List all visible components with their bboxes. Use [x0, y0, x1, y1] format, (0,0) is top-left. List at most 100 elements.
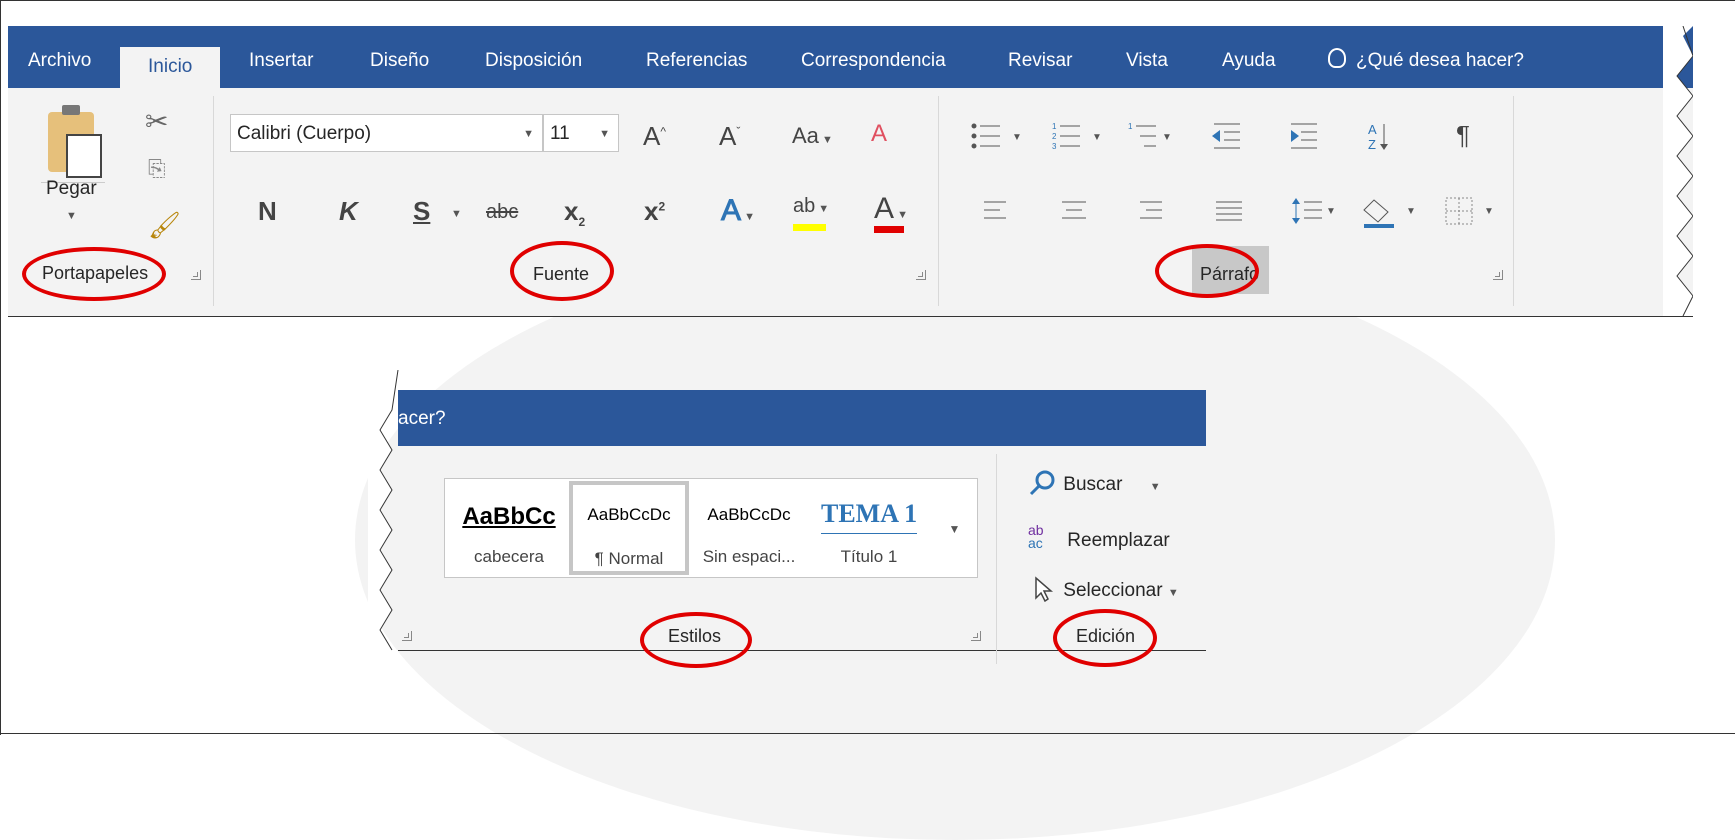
shrink-font-label: A — [719, 121, 737, 151]
font-size-combobox[interactable]: 11 ▼ — [543, 114, 619, 152]
font-name-combobox[interactable]: Calibri (Cuerpo) ▼ — [230, 114, 543, 152]
style-name: Título 1 — [840, 547, 898, 566]
annotation-circle-estilos — [640, 612, 752, 668]
chevron-down-icon[interactable]: ▼ — [1168, 587, 1179, 599]
superscript-label: x — [644, 196, 659, 226]
grow-font-icon[interactable]: A^ — [643, 123, 666, 149]
line-spacing-icon — [1292, 198, 1322, 224]
chevron-down-icon[interactable]: ▼ — [1150, 481, 1161, 493]
font-name-value: Calibri (Cuerpo) — [237, 123, 372, 144]
subscript-label: x — [564, 196, 579, 226]
select-label: Seleccionar — [1063, 580, 1163, 601]
previous-group-launcher-icon[interactable] — [402, 631, 412, 641]
italic-button[interactable]: K — [339, 198, 358, 224]
style-name: Sin espaci... — [702, 547, 796, 566]
multilevel-list-icon: 1 — [1128, 122, 1156, 147]
numbering-icon: 123 — [1052, 122, 1080, 151]
font-color-swatch — [874, 226, 904, 233]
group-separator — [938, 96, 939, 306]
annotation-circle-fuente — [510, 241, 614, 301]
chevron-down-icon[interactable]: ▼ — [599, 115, 610, 153]
show-formatting-pilcrow-icon[interactable]: ¶ — [1456, 122, 1470, 148]
subscript-button[interactable]: x2 — [564, 198, 585, 228]
align-right-icon — [1140, 201, 1162, 219]
tab-inicio[interactable]: Inicio — [120, 47, 221, 88]
increase-indent-icon — [1291, 123, 1317, 149]
style-cabecera[interactable]: AaBbCc cabecera — [449, 481, 569, 575]
paste-dropdown-arrow[interactable]: ▼ — [66, 210, 77, 222]
clear-formatting-eraser-icon[interactable]: A — [871, 122, 887, 146]
style-sample: AaBbCcDc — [707, 505, 791, 524]
strikethrough-button[interactable]: abc — [486, 202, 518, 222]
cut-scissors-icon[interactable]: ✂ — [145, 108, 168, 136]
style-sample: AaBbCcDc — [587, 505, 671, 524]
style-sample: TEMA 1 — [821, 499, 918, 528]
font-launcher-icon[interactable] — [916, 270, 926, 280]
borders-icon — [1445, 197, 1473, 225]
tell-me-fragment[interactable]: acer? — [398, 408, 446, 430]
paste-button-label[interactable]: Pegar — [46, 178, 97, 200]
bold-button[interactable]: N — [258, 198, 277, 224]
annotation-circle-edicion — [1053, 609, 1157, 667]
styles-more-button[interactable]: ▼ — [932, 478, 978, 578]
text-effects-label: A — [720, 194, 742, 227]
svg-text:▼: ▼ — [1092, 132, 1102, 143]
style-sin-espaciado[interactable]: AaBbCcDc Sin espaci... — [689, 481, 809, 575]
style-normal[interactable]: AaBbCcDc ¶ Normal — [569, 481, 689, 575]
underline-dropdown-arrow[interactable]: ▼ — [451, 208, 462, 220]
paragraph-top-icons: ▼ 123 ▼ 1 ▼ AZ — [971, 122, 1388, 152]
tell-me-box[interactable]: ¿Qué desea hacer? — [1328, 48, 1524, 72]
sort-az-icon: AZ — [1368, 122, 1388, 152]
svg-text:▼: ▼ — [1484, 206, 1494, 217]
style-name: cabecera — [474, 547, 544, 566]
find-button[interactable]: Buscar ▼ — [1028, 470, 1161, 496]
paste-clipboard-icon[interactable] — [48, 105, 102, 178]
tab-vista[interactable]: Vista — [1126, 50, 1168, 72]
replace-label: Reemplazar — [1067, 530, 1170, 551]
replace-button[interactable]: ab ac Reemplazar — [1028, 523, 1170, 552]
frame-left-border — [0, 0, 1, 735]
tab-disposicion[interactable]: Disposición — [485, 50, 582, 72]
align-left-icon — [984, 201, 1006, 219]
tab-revisar[interactable]: Revisar — [1008, 50, 1072, 72]
annotation-circle-portapapeles — [22, 247, 166, 301]
svg-text:1: 1 — [1128, 122, 1133, 131]
chevron-down-icon[interactable]: ▼ — [523, 115, 534, 153]
tab-insertar[interactable]: Insertar — [249, 50, 313, 72]
style-titulo-1[interactable]: TEMA 1 Título 1 — [809, 481, 929, 575]
superscript-button[interactable]: x2 — [644, 198, 665, 224]
paragraph-bottom-icons: ▼ ▼ ▼ — [984, 197, 1494, 228]
tab-ayuda[interactable]: Ayuda — [1222, 50, 1276, 72]
cursor-arrow-icon — [1035, 576, 1054, 603]
style-sample: AaBbCc — [462, 503, 556, 530]
frame-bottom-border — [0, 733, 1735, 734]
text-effects-icon[interactable]: A ▼ — [720, 194, 754, 227]
svg-text:Z: Z — [1368, 137, 1376, 152]
grow-font-label: A — [643, 121, 661, 151]
group-separator — [996, 454, 997, 664]
shrink-font-icon[interactable]: Aˇ — [719, 123, 740, 149]
tab-correspondencia[interactable]: Correspondencia — [801, 50, 946, 72]
change-case-icon[interactable]: Aa ▼ — [792, 125, 833, 147]
justify-icon — [1216, 201, 1242, 221]
clipboard-launcher-icon[interactable] — [191, 270, 201, 280]
ribbon-home-body: Pegar ▼ ✂ ⎘ 🖌 Portapapeles Calibri (Cuer… — [8, 88, 1693, 317]
tell-me-text: ¿Qué desea hacer? — [1356, 50, 1524, 71]
underline-button[interactable]: S — [413, 198, 430, 224]
ribbon-tab-bar: Archivo Inicio Insertar Diseño Disposici… — [8, 26, 1693, 88]
tab-archivo[interactable]: Archivo — [28, 50, 91, 72]
highlight-color-swatch — [793, 224, 826, 231]
tab-referencias[interactable]: Referencias — [646, 50, 747, 72]
font-color-icon[interactable]: A ▼ — [874, 194, 908, 233]
svg-text:1: 1 — [1052, 122, 1057, 131]
select-button[interactable]: Seleccionar ▼ — [1028, 576, 1179, 603]
paragraph-launcher-icon[interactable] — [1493, 270, 1503, 280]
superscript-sup: 2 — [658, 199, 666, 214]
copy-icon[interactable]: ⎘ — [148, 158, 166, 180]
highlight-color-icon[interactable]: ab ▼ — [793, 196, 829, 231]
format-painter-icon[interactable]: 🖌 — [148, 212, 181, 238]
styles-launcher-icon[interactable] — [971, 631, 981, 641]
annotation-circle-parrafo — [1155, 244, 1259, 298]
group-separator — [213, 96, 214, 306]
tab-diseno[interactable]: Diseño — [370, 50, 429, 72]
